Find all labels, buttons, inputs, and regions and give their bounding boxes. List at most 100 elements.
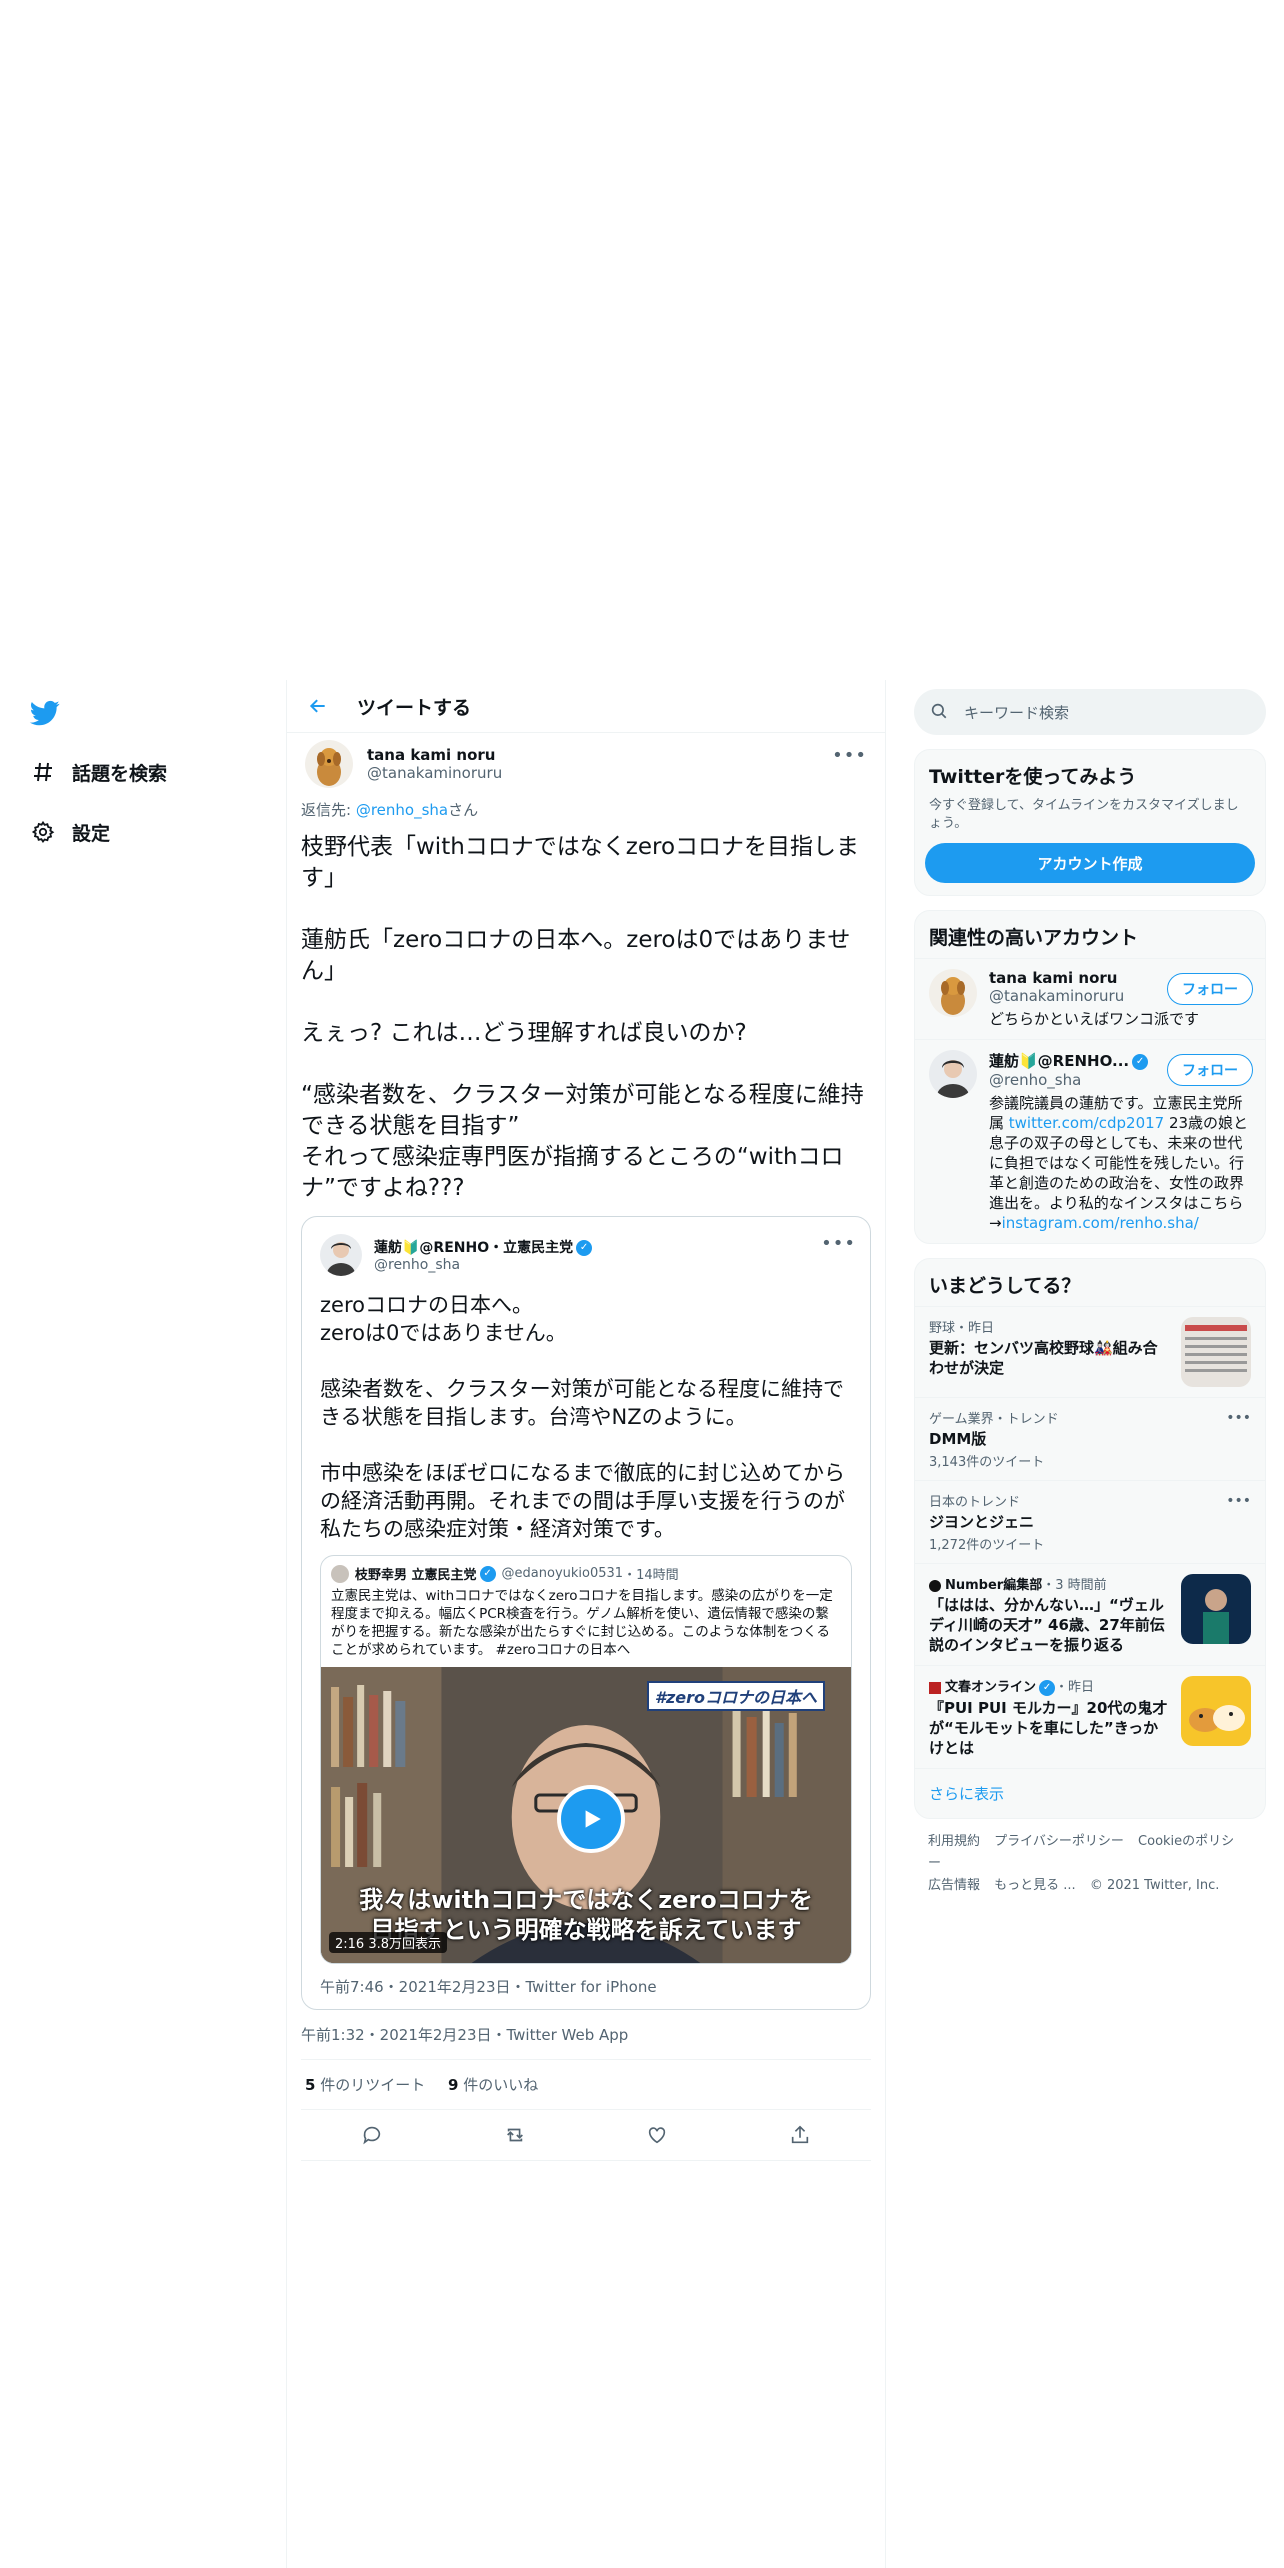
follow-button[interactable]: フォロー — [1167, 973, 1253, 1005]
show-more-link[interactable]: さらに表示 — [915, 1767, 1265, 1818]
trend-item[interactable]: 日本のトレンド ジヨンとジェニ 1,272件のツイート ••• — [915, 1480, 1265, 1563]
tweet-stats: 5 件のリツイート 9 件のいいね — [301, 2060, 871, 2110]
tweet-author: tana kami noru @tanakaminoruru ••• — [301, 733, 871, 795]
quoted-tweet-author: 蓮舫🔰@RENHO・立憲民主党 ✓ @renho_sha ••• — [320, 1231, 855, 1279]
video-player[interactable]: #zeroコロナの日本へ 我々はwithコロナではなくzeroコロナを 目指すと… — [321, 1667, 851, 1963]
nested-time: ・14時間 — [623, 1568, 679, 1583]
trend-item[interactable]: Number編集部・3 時間前 「ははは、分かんない…」“ヴェルディ川崎の天才”… — [915, 1563, 1265, 1665]
footer-link-privacy[interactable]: プライバシーポリシー — [994, 1834, 1124, 1849]
account-handle: @renho_sha — [989, 1071, 1082, 1089]
trend-thumbnail — [1181, 1574, 1251, 1644]
retweet-count: 5 — [305, 2076, 316, 2094]
header: ツイートする — [287, 680, 885, 733]
footer: 利用規約 プライバシーポリシー Cookieのポリシー 広告情報 もっと見る .… — [914, 1819, 1266, 1909]
footer-copyright: © 2021 Twitter, Inc. — [1089, 1877, 1220, 1893]
nested-quoted-tweet[interactable]: 枝野幸男 立憲民主党 ✓ @edanoyukio0531 ・14時間 立憲民主党は… — [320, 1555, 852, 1964]
trend-more-icon[interactable]: ••• — [1226, 1493, 1251, 1509]
tweet-meta: 午前1:32・2021年2月23日・Twitter Web App — [301, 2010, 871, 2060]
video-views: 3.8万回表示 — [368, 1937, 442, 1952]
footer-link-more[interactable]: もっと見る ... — [994, 1878, 1076, 1893]
reply-to: 返信先: @renho_shaさん — [301, 799, 871, 820]
like-label: 件のいいね — [458, 2076, 539, 2094]
source-logo-icon — [929, 1579, 941, 1592]
play-button-icon[interactable] — [557, 1785, 625, 1853]
signup-subtitle: 今すぐ登録して、タイムラインをカスタマイズしましょう。 — [929, 798, 1239, 831]
main-column: ツイートする tana kami noru @tanakaminoruru ••… — [286, 680, 886, 2568]
trend-count: 1,272件のツイート — [929, 1538, 1045, 1553]
sidebar: キーワード検索 Twitterを使ってみよう 今すぐ登録して、タイムラインをカス… — [914, 680, 1266, 1909]
video-duration: 2:16 3.8万回表示 — [329, 1932, 448, 1953]
follow-button[interactable]: フォロー — [1167, 1054, 1253, 1086]
gear-icon — [28, 817, 58, 847]
footer-link-terms[interactable]: 利用規約 — [928, 1834, 980, 1849]
bio-link-cdp[interactable]: twitter.com/cdp2017 — [1009, 1114, 1164, 1132]
quoted-tweet-text: zeroコロナの日本へ。 zeroは0ではありません。 感染者数を、クラスター対… — [320, 1293, 845, 1541]
account-name-text: 蓮舫🔰@RENHO... — [989, 1052, 1130, 1070]
video-caption-line-1: 我々はwithコロナではなくzeroコロナを — [359, 1886, 813, 1914]
quoted-more-icon[interactable]: ••• — [821, 1233, 856, 1254]
more-options-icon[interactable]: ••• — [832, 745, 867, 766]
search-box[interactable]: キーワード検索 — [914, 689, 1266, 735]
source-logo-icon — [929, 1681, 941, 1694]
account-name: 蓮舫🔰@RENHO... ✓ — [989, 1050, 1179, 1071]
trend-item[interactable]: 文春オンライン ✓ ・昨日 『PUI PUI モルカー』20代の鬼才が“モルモットを… — [915, 1665, 1265, 1768]
nested-author-name: 枝野幸男 立憲民主党 — [355, 1568, 477, 1583]
bio-link-instagram[interactable]: instagram.com/renho.sha/ — [1002, 1214, 1199, 1232]
reply-handle-link[interactable]: @renho_sha — [356, 801, 448, 819]
retweet-count-link[interactable]: 5 件のリツイート — [305, 2076, 425, 2094]
reply-icon[interactable] — [353, 2116, 391, 2154]
nested-tweet-text: 立憲民主党は、withコロナではなくzeroコロナを目指します。感染の広がりを一… — [331, 1588, 833, 1658]
trend-thumbnail — [1181, 1676, 1251, 1746]
search-icon — [930, 702, 950, 722]
like-count: 9 — [448, 2076, 459, 2094]
like-icon[interactable] — [638, 2116, 676, 2154]
author-handle[interactable]: @tanakaminoruru — [367, 764, 502, 782]
signup-card: Twitterを使ってみよう 今すぐ登録して、タイムラインをカスタマイズしましょ… — [914, 749, 1266, 896]
related-account[interactable]: 蓮舫🔰@RENHO... ✓ @renho_sha 参議院議員の蓮舫です。立憲民主… — [915, 1039, 1265, 1243]
trend-item[interactable]: ゲーム業界・トレンド DMM版 3,143件のツイート ••• — [915, 1397, 1265, 1480]
account-bio: どちらかといえばワンコ派です — [989, 1010, 1200, 1028]
quoted-tweet-meta: 午前7:46・2021年2月23日・Twitter for iPhone — [320, 1978, 657, 1996]
related-account[interactable]: tana kami noru @tanakaminoruru どちらかといえばワ… — [915, 958, 1265, 1039]
twitter-logo-icon[interactable] — [28, 698, 62, 728]
nav-explore-label: 話題を検索 — [72, 762, 168, 785]
trend-title: 「ははは、分かんない…」“ヴェルディ川崎の天才” 46歳、27年前伝説のインタビ… — [929, 1596, 1165, 1654]
trend-source: 文春オンライン — [945, 1680, 1037, 1695]
trend-thumbnail — [1181, 1317, 1251, 1387]
author-name[interactable]: tana kami noru — [367, 746, 502, 764]
trend-title: 『PUI PUI モルカー』20代の鬼才が“モルモットを車にした”きっかけとは — [929, 1698, 1168, 1757]
nav-settings[interactable]: 設定 — [28, 812, 110, 852]
quoted-author-name: 蓮舫🔰@RENHO・立憲民主党 ✓ — [374, 1237, 593, 1257]
retweet-icon[interactable] — [496, 2116, 534, 2154]
trend-context: ゲーム業界・トレンド — [929, 1412, 1059, 1427]
verified-badge-icon: ✓ — [1132, 1053, 1149, 1070]
reply-suffix: さん — [448, 801, 479, 819]
back-arrow-icon[interactable] — [301, 689, 335, 723]
quoted-tweet[interactable]: 蓮舫🔰@RENHO・立憲民主党 ✓ @renho_sha ••• zeroコロナの… — [301, 1216, 871, 2010]
trend-more-icon[interactable]: ••• — [1226, 1410, 1251, 1426]
trend-time: ・昨日 — [1055, 1680, 1095, 1695]
trends-title: いまどうしてる？ — [929, 1275, 1081, 1297]
avatar — [929, 969, 977, 1017]
page-title: ツイートする — [357, 696, 472, 719]
video-hashtag-overlay: #zeroコロナの日本へ — [646, 1681, 825, 1711]
quoted-avatar — [320, 1234, 362, 1276]
trend-source: Number編集部 — [945, 1578, 1043, 1593]
avatar[interactable] — [305, 740, 353, 788]
trend-item[interactable]: 野球・昨日 更新：センバツ高校野球🎎組み合わせが決定 — [915, 1306, 1265, 1397]
signup-title: Twitterを使ってみよう — [929, 766, 1137, 788]
nav-settings-label: 設定 — [72, 822, 111, 845]
trend-title: DMM版 — [929, 1430, 987, 1448]
trend-count: 3,143件のツイート — [929, 1455, 1045, 1470]
search-input[interactable]: キーワード検索 — [964, 702, 1069, 723]
share-icon[interactable] — [781, 2116, 819, 2154]
create-account-button[interactable]: アカウント作成 — [925, 843, 1255, 883]
avatar — [929, 1050, 977, 1098]
footer-link-ads[interactable]: 広告情報 — [928, 1878, 980, 1893]
verified-badge-icon: ✓ — [1039, 1679, 1056, 1696]
verified-badge-icon: ✓ — [576, 1240, 593, 1256]
retweet-label: 件のリツイート — [315, 2076, 426, 2094]
like-count-link[interactable]: 9 件のいいね — [448, 2076, 538, 2094]
nested-avatar — [331, 1564, 349, 1583]
nav-explore[interactable]: 話題を検索 — [28, 752, 167, 792]
